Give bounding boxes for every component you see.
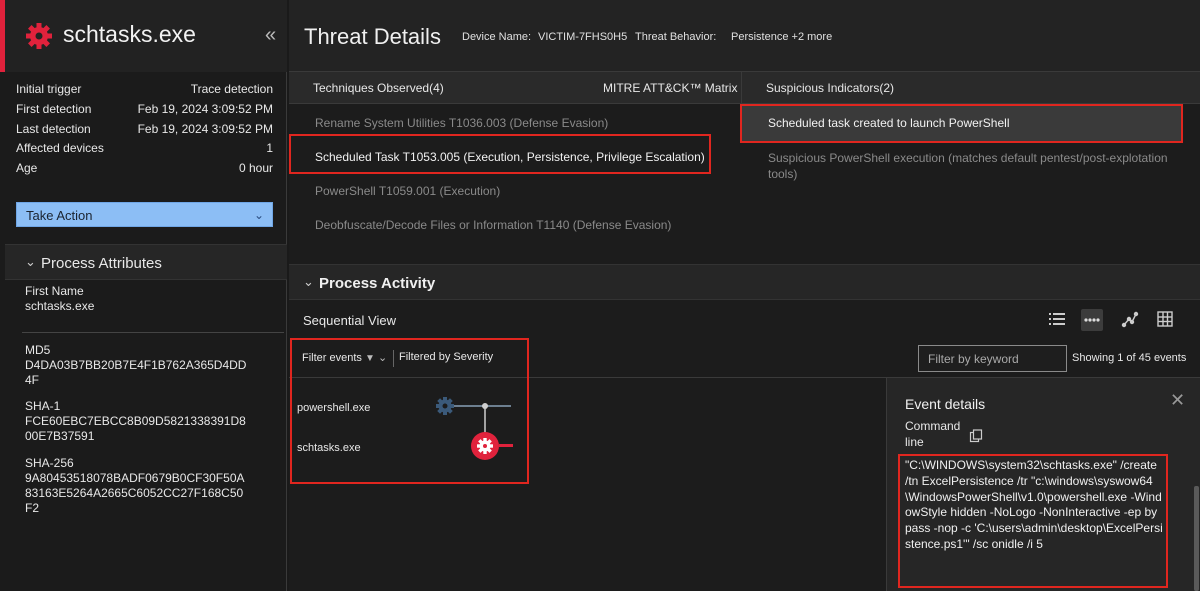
attr-label: First Name bbox=[25, 284, 84, 298]
keyword-filter-input[interactable] bbox=[918, 345, 1067, 372]
attr-sha256: SHA-256 9A80453518078BADF0679B0CF30F50A8… bbox=[25, 456, 247, 516]
highlight-box bbox=[898, 454, 1168, 588]
process-attributes-label: Process Attributes bbox=[41, 255, 162, 272]
process-node-label[interactable]: schtasks.exe bbox=[297, 442, 361, 454]
device-name-label: Device Name: bbox=[462, 31, 532, 43]
divider bbox=[22, 332, 284, 333]
fact-row: First detection Feb 19, 2024 3:09:52 PM bbox=[16, 102, 273, 122]
process-tree-diagram bbox=[436, 397, 513, 460]
tree-junction bbox=[482, 403, 488, 409]
fact-row: Age 0 hour bbox=[16, 161, 273, 181]
page-title: Threat Details bbox=[304, 24, 441, 49]
take-action-label: Take Action bbox=[26, 208, 93, 223]
chevron-down-icon: ⌄ bbox=[25, 254, 36, 269]
process-title: schtasks.exe bbox=[63, 21, 196, 47]
event-details-title: Event details bbox=[905, 396, 986, 412]
list-view-icon[interactable] bbox=[1046, 308, 1068, 330]
fact-label: Affected devices bbox=[16, 141, 104, 156]
attr-value: 9A80453518078BADF0679B0CF30F50A83163E526… bbox=[25, 471, 245, 515]
graph-view-icon[interactable] bbox=[1119, 308, 1141, 330]
fact-value: 1 bbox=[266, 141, 273, 156]
attr-sha1: SHA-1 FCE60EBC7EBCC8B09D5821338391D800E7… bbox=[25, 399, 247, 444]
close-icon[interactable]: ✕ bbox=[1170, 390, 1185, 411]
device-name-value: VICTIM-7FHS0H5 bbox=[538, 31, 628, 43]
fact-label: Age bbox=[16, 161, 38, 176]
threat-header: Threat Details Device Name: VICTIM-7FHS0… bbox=[289, 0, 1200, 72]
fact-value: Trace detection bbox=[190, 82, 273, 96]
gear-icon bbox=[26, 23, 52, 49]
threat-behavior-value[interactable]: Persistence +2 more bbox=[731, 31, 832, 43]
chevron-down-icon: ⌄ bbox=[253, 208, 264, 222]
process-activity-label: Process Activity bbox=[319, 275, 436, 292]
details-tabs: Techniques Observed(4) MITRE ATT&CK™ Mat… bbox=[289, 72, 1200, 104]
indicator-item[interactable]: Suspicious PowerShell execution (matches… bbox=[768, 150, 1188, 182]
fact-row: Last detection Feb 19, 2024 3:09:52 PM bbox=[16, 122, 273, 142]
sidebar-header: schtasks.exe « bbox=[0, 0, 287, 72]
process-graph: powershell.exe schtasks.exe bbox=[289, 378, 886, 591]
tab-suspicious-indicators[interactable]: Suspicious Indicators(2) bbox=[766, 81, 894, 95]
sequential-view-icon[interactable] bbox=[1081, 309, 1103, 331]
attr-label: MD5 bbox=[25, 343, 51, 357]
technique-item[interactable]: Rename System Utilities T1036.003 (Defen… bbox=[315, 116, 608, 130]
scrollbar[interactable] bbox=[1194, 486, 1199, 591]
attr-first-name: First Name schtasks.exe bbox=[25, 284, 260, 314]
fact-value: 0 hour bbox=[238, 161, 273, 176]
attr-value: schtasks.exe bbox=[25, 299, 95, 313]
fact-label: First detection bbox=[16, 101, 92, 116]
indicator-item-selected[interactable]: Scheduled task created to launch PowerSh… bbox=[768, 116, 1009, 130]
technique-item[interactable]: Deobfuscate/Decode Files or Information … bbox=[315, 218, 671, 232]
command-line-label: Command line bbox=[905, 419, 961, 449]
powershell-node-gear-icon[interactable] bbox=[436, 397, 454, 415]
take-action-dropdown[interactable]: Take Action ⌄ bbox=[16, 202, 273, 227]
fact-label: Last detection bbox=[16, 121, 91, 136]
attr-md5: MD5 D4DA03B7BB20B7E4F1B762A365D4DD4F bbox=[25, 343, 247, 388]
table-view-icon[interactable] bbox=[1154, 308, 1176, 330]
process-node-label[interactable]: powershell.exe bbox=[297, 402, 370, 414]
fact-value: Feb 19, 2024 3:09:52 PM bbox=[137, 101, 273, 116]
threat-behavior-label: Threat Behavior: bbox=[635, 31, 717, 43]
attr-label: SHA-256 bbox=[25, 456, 74, 470]
tab-techniques[interactable]: Techniques Observed(4) bbox=[313, 81, 444, 95]
threat-facts: Initial trigger Trace detection First de… bbox=[16, 82, 273, 181]
process-activity-toggle[interactable]: ⌄ Process Activity bbox=[289, 264, 1200, 300]
event-details-panel: Event details ✕ Command line "C:\WINDOWS… bbox=[886, 378, 1200, 591]
attr-label: SHA-1 bbox=[25, 399, 61, 413]
attr-value: D4DA03B7BB20B7E4F1B762A365D4DD4F bbox=[25, 358, 247, 387]
chevron-down-icon: ⌄ bbox=[303, 274, 314, 289]
schtasks-node-gear-icon[interactable] bbox=[471, 432, 513, 460]
threat-sidebar: schtasks.exe « Initial trigger Trace det… bbox=[0, 0, 287, 591]
fact-row: Affected devices 1 bbox=[16, 141, 273, 161]
fact-value: Feb 19, 2024 3:09:52 PM bbox=[137, 121, 273, 136]
technique-item-selected[interactable]: Scheduled Task T1053.005 (Execution, Per… bbox=[315, 150, 705, 164]
technique-item[interactable]: PowerShell T1059.001 (Execution) bbox=[315, 184, 500, 198]
threat-details-panel: Threat Details Device Name: VICTIM-7FHS0… bbox=[289, 0, 1200, 591]
attr-value: FCE60EBC7EBCC8B09D5821338391D800E7B37591 bbox=[25, 414, 246, 443]
tab-mitre-matrix[interactable]: MITRE ATT&CK™ Matrix bbox=[603, 81, 737, 95]
fact-label: Initial trigger bbox=[16, 82, 82, 96]
collapse-panel-icon[interactable]: « bbox=[265, 24, 276, 47]
copy-icon[interactable] bbox=[969, 429, 983, 443]
view-title: Sequential View bbox=[303, 313, 396, 328]
event-count: Showing 1 of 45 events bbox=[1072, 352, 1187, 364]
divider bbox=[741, 72, 742, 104]
process-attributes-toggle[interactable]: ⌄ Process Attributes bbox=[5, 244, 287, 280]
fact-row: Initial trigger Trace detection bbox=[16, 82, 273, 102]
